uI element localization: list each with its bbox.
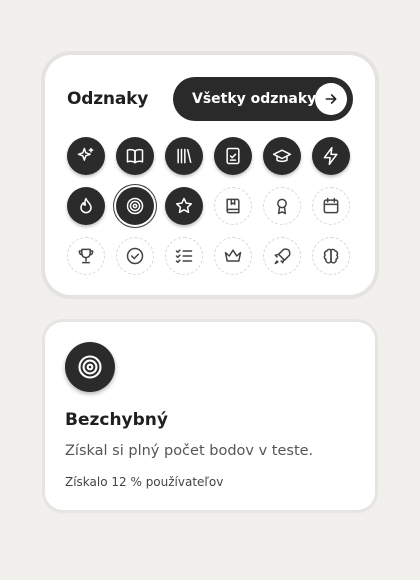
badge-item[interactable] (165, 137, 203, 175)
badge-item[interactable] (214, 187, 252, 225)
badge-item[interactable] (312, 137, 350, 175)
all-badges-button[interactable]: Všetky odznaky (173, 77, 353, 121)
badge-item[interactable] (263, 237, 301, 275)
brain-icon (321, 246, 341, 266)
badge-item[interactable] (165, 187, 203, 225)
lightning-icon (321, 146, 341, 166)
badge-grid (67, 137, 350, 275)
clipboard-check-icon (223, 146, 243, 166)
badge-item[interactable] (214, 137, 252, 175)
badge-description: Získal si plný počet bodov v teste. (65, 443, 314, 459)
badge-item[interactable] (116, 187, 154, 225)
calendar-icon (321, 196, 341, 216)
checklist-icon (174, 246, 194, 266)
badge-name: Bezchybný (65, 410, 168, 430)
sparkles-icon (76, 146, 96, 166)
badge-item[interactable] (263, 187, 301, 225)
flame-icon (76, 196, 96, 216)
badge-item[interactable] (312, 187, 350, 225)
rocket-icon (272, 246, 292, 266)
target-icon (125, 196, 145, 216)
badge-item[interactable] (312, 237, 350, 275)
badge-item[interactable] (116, 237, 154, 275)
badge-detail-card: Bezchybný Získal si plný počet bodov v t… (45, 322, 375, 510)
library-icon (174, 146, 194, 166)
open-book-icon (125, 146, 145, 166)
badges-card: Odznaky Všetky odznaky (45, 55, 375, 295)
badge-item[interactable] (67, 187, 105, 225)
graduation-cap-icon (272, 146, 292, 166)
star-icon (174, 196, 194, 216)
book-bookmark-icon (223, 196, 243, 216)
badge-item[interactable] (214, 237, 252, 275)
target-icon (65, 342, 115, 392)
badge-item[interactable] (67, 137, 105, 175)
crown-icon (223, 246, 243, 266)
arrow-right-icon (315, 83, 347, 115)
trophy-icon (76, 246, 96, 266)
badge-item[interactable] (263, 137, 301, 175)
all-badges-button-label: Všetky odznaky (192, 91, 317, 107)
badge-item[interactable] (67, 237, 105, 275)
award-ribbon-icon (272, 196, 292, 216)
badges-title: Odznaky (67, 89, 149, 109)
badge-statistic: Získalo 12 % používateľov (65, 475, 224, 489)
check-circle-icon (125, 246, 145, 266)
badge-item[interactable] (116, 137, 154, 175)
badge-item[interactable] (165, 237, 203, 275)
